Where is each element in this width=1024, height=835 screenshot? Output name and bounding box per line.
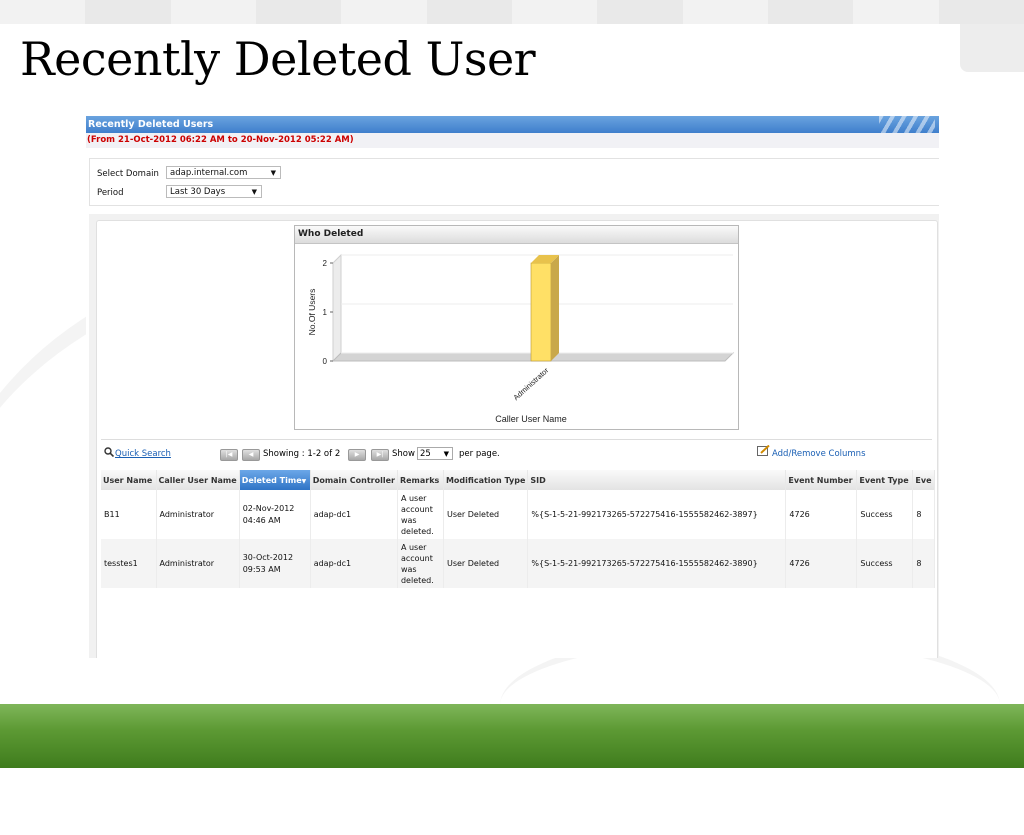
content-inner: Who Deleted 0 1 2 Administrator Caller User … bbox=[96, 220, 938, 658]
col-deleted-time[interactable]: Deleted Time▼ bbox=[239, 470, 311, 490]
cell-deleted-time: 30-Oct-2012 09:53 AM bbox=[239, 539, 311, 588]
x-axis-label: Caller User Name bbox=[495, 414, 567, 424]
chart-left-wall bbox=[332, 253, 342, 363]
add-remove-columns-link[interactable]: Add/Remove Columns bbox=[772, 449, 866, 459]
chevron-down-icon: ▼ bbox=[251, 188, 257, 196]
col-remarks[interactable]: Remarks bbox=[397, 470, 444, 490]
edit-columns-icon[interactable] bbox=[757, 444, 770, 459]
prev-page-button[interactable]: ◀ bbox=[242, 449, 260, 461]
per-page-value: 25 bbox=[420, 449, 431, 459]
chart-svg: 0 1 2 Administrator Caller User Name No.Of Us… bbox=[307, 253, 735, 424]
cell-event-number: 4726 bbox=[785, 539, 858, 588]
domain-label: Select Domain bbox=[97, 169, 159, 179]
report-header: Recently Deleted Users bbox=[86, 116, 939, 133]
next-page-button[interactable]: ▶ bbox=[348, 449, 366, 461]
cell-user-name: B11 bbox=[101, 490, 157, 539]
domain-select-value: adap.internal.com bbox=[170, 168, 248, 178]
col-sid[interactable]: SID bbox=[527, 470, 787, 490]
cell-caller: Administrator bbox=[156, 539, 240, 588]
corner-decoration bbox=[960, 24, 1024, 72]
filter-panel: Select Domain adap.internal.com ▼ Period… bbox=[89, 158, 939, 206]
per-page-label: per page. bbox=[459, 449, 500, 459]
cell-dc: adap-dc1 bbox=[310, 539, 398, 588]
y-axis-label: No.Of Users bbox=[307, 289, 317, 336]
cell-caller: Administrator bbox=[156, 490, 240, 539]
who-deleted-chart: Who Deleted 0 1 2 Administrator Caller User … bbox=[294, 225, 739, 430]
cell-deleted-time: 02-Nov-2012 04:46 AM bbox=[239, 490, 311, 539]
chevron-down-icon: ▼ bbox=[270, 169, 276, 177]
report-title: Recently Deleted Users bbox=[88, 119, 214, 130]
table-row[interactable]: tesstes1 Administrator 30-Oct-2012 09:53… bbox=[101, 539, 935, 588]
last-page-button[interactable]: ▶| bbox=[371, 449, 389, 461]
cell-dc: adap-dc1 bbox=[310, 490, 398, 539]
cell-event-type: Success bbox=[856, 539, 914, 588]
show-label: Show bbox=[392, 449, 415, 459]
col-caller-user-name[interactable]: Caller User Name bbox=[156, 470, 240, 490]
quick-search-link[interactable]: Quick Search bbox=[115, 449, 171, 459]
content-panel: Who Deleted 0 1 2 Administrator Caller User … bbox=[89, 214, 939, 658]
per-page-select[interactable]: 25 ▼ bbox=[417, 447, 453, 460]
cell-mod-type: User Deleted bbox=[443, 490, 529, 539]
col-domain-controller[interactable]: Domain Controller bbox=[310, 470, 398, 490]
col-deleted-time-label: Deleted Time bbox=[241, 475, 302, 485]
table-row[interactable]: B11 Administrator 02-Nov-2012 04:46 AM a… bbox=[101, 490, 935, 539]
period-label: Period bbox=[97, 188, 124, 198]
cell-user-name: tesstes1 bbox=[101, 539, 157, 588]
slide-title: Recently Deleted User bbox=[20, 32, 536, 86]
sort-desc-icon: ▼ bbox=[301, 477, 307, 485]
date-range: (From 21-Oct-2012 06:22 AM to 20-Nov-201… bbox=[86, 133, 939, 148]
showing-text: Showing : 1-2 of 2 bbox=[263, 449, 341, 459]
period-select-value: Last 30 Days bbox=[170, 187, 226, 197]
y-tick-label: 0 bbox=[323, 357, 328, 366]
chart-title: Who Deleted bbox=[295, 226, 738, 244]
cell-eve: 8 bbox=[912, 490, 935, 539]
period-select[interactable]: Last 30 Days ▼ bbox=[166, 185, 262, 198]
col-event-number[interactable]: Event Number bbox=[785, 470, 858, 490]
y-tick-label: 1 bbox=[323, 308, 328, 317]
cell-eve: 8 bbox=[912, 539, 935, 588]
cell-mod-type: User Deleted bbox=[443, 539, 529, 588]
header-stripes bbox=[879, 116, 935, 133]
y-tick-label: 2 bbox=[323, 259, 328, 268]
cell-event-number: 4726 bbox=[785, 490, 858, 539]
report-window: Recently Deleted Users (From 21-Oct-2012… bbox=[86, 116, 939, 658]
x-tick-label: Administrator bbox=[511, 365, 550, 402]
cell-remarks: A user account was deleted. bbox=[397, 490, 444, 539]
deleted-users-table: User Name Caller User Name Deleted Time▼… bbox=[101, 470, 935, 588]
top-decoration bbox=[0, 0, 1024, 24]
domain-select[interactable]: adap.internal.com ▼ bbox=[166, 166, 281, 179]
bar-administrator bbox=[530, 262, 552, 362]
col-eve[interactable]: Eve bbox=[912, 470, 935, 490]
table-header-row: User Name Caller User Name Deleted Time▼… bbox=[101, 470, 935, 490]
cell-event-type: Success bbox=[856, 490, 914, 539]
bar-side bbox=[551, 255, 559, 361]
col-modification-type[interactable]: Modification Type bbox=[443, 470, 529, 490]
col-event-type[interactable]: Event Type bbox=[856, 470, 914, 490]
grid-toolbar: Quick Search |◀ ◀ Showing : 1-2 of 2 ▶ ▶… bbox=[101, 439, 932, 466]
cell-remarks: A user account was deleted. bbox=[397, 539, 444, 588]
col-user-name[interactable]: User Name bbox=[101, 470, 157, 490]
search-icon[interactable] bbox=[104, 447, 115, 460]
chevron-down-icon: ▼ bbox=[443, 450, 449, 458]
first-page-button[interactable]: |◀ bbox=[220, 449, 238, 461]
cell-sid: %{S-1-5-21-992173265-572275416-155558246… bbox=[527, 490, 787, 539]
cell-sid: %{S-1-5-21-992173265-572275416-155558246… bbox=[527, 539, 787, 588]
footer-bar bbox=[0, 704, 1024, 768]
